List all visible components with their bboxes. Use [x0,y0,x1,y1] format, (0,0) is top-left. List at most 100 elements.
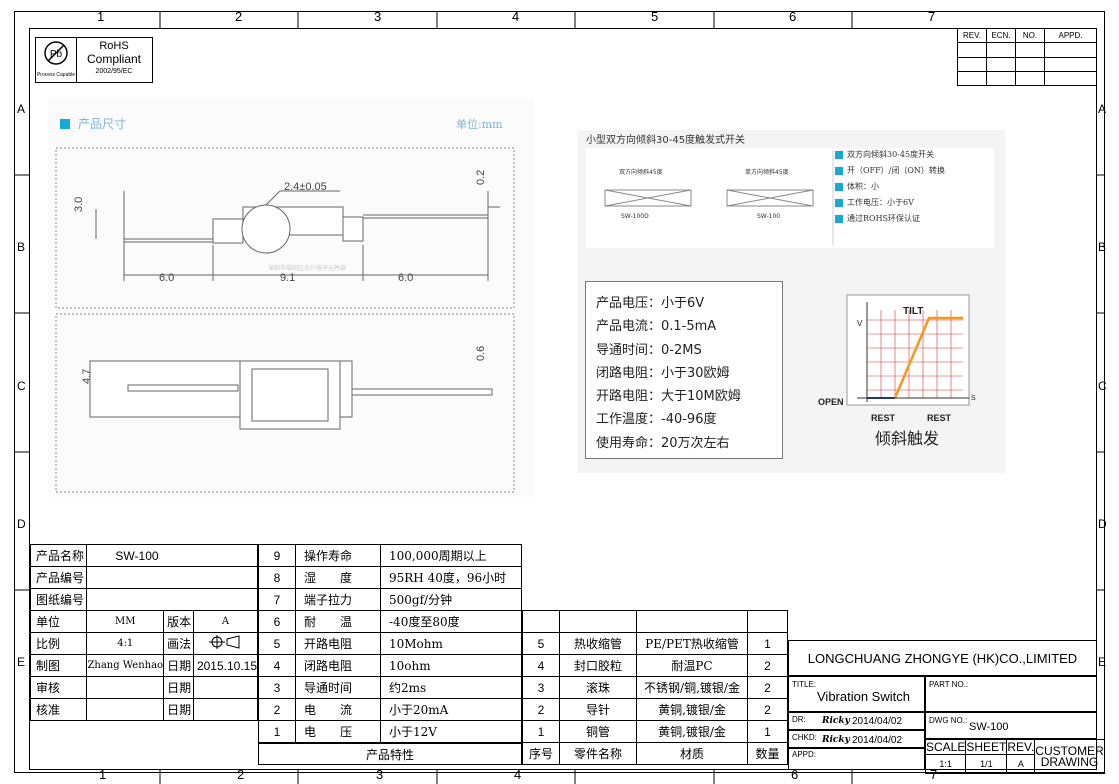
unit-label: 单位:mm [456,117,503,131]
rohs-title: RoHS [99,40,129,52]
bullet-square-icon [835,151,843,159]
sw1-caption: 双方向倾斜45度 [619,168,663,176]
revision-table: REV. ECN. NO. APPD. [957,27,1097,87]
dr-cell: DR: Ricky 2014/04/02 [788,712,925,730]
product-no-label: 产品编号 [29,566,88,589]
property-name: 湿 度 [295,566,381,589]
dr-date: 2014/04/02 [852,716,903,727]
part-material: 不锈钢/铜,镀银/金 [636,676,748,699]
no-header: NO. [1015,27,1045,44]
unit-value: MM [86,610,165,633]
parts-footer-qty: 数量 [747,742,788,765]
feature-list: 双方向倾斜30-45度开关 开（OFF）/闭（ON）转换 体积：小 工作电压：小… [835,147,995,244]
part-row: 3 滚珠 不锈钢/铜,镀银/金 2 [522,676,788,699]
property-row: 8湿 度 95RH 40度，96小时 [258,566,522,589]
dim-body-len: 9.1 [280,272,295,284]
property-value: 10ohm [380,654,522,677]
rohs-badge: Pb Process Capable RoHS Compliant 2002/9… [35,37,153,83]
dim-pin-top: 0.2 [475,170,487,185]
sheet-header: SHEET [965,739,1008,755]
part-row: 4 封口胶粒 耐温PC 2 [522,654,788,677]
property-name: 闭路电阻 [295,654,381,677]
product-name-value: SW-100 [86,544,258,567]
chkd-signature: Ricky [822,735,850,745]
property-name: 端子拉力 [295,588,381,611]
dr-signature: Ricky [822,716,850,726]
feature-item: 双方向倾斜30-45度开关 [835,147,995,163]
property-no: 2 [258,698,296,721]
electrical-spec-box: 产品电压：小于6V 产品电流：0.1-5mA 导通时间：0-2MS 闭路电阻：小… [585,281,783,459]
parts-footer-material: 材质 [636,742,748,765]
spec-temperature: 工作温度：-40-96度 [596,412,717,428]
feature-item: 工作电压：小于6V [835,195,995,211]
property-name: 电 压 [295,720,381,743]
property-name: 电 流 [295,698,381,721]
graph-v-label: V [857,319,863,328]
product-name-label: 产品名称 [29,544,88,567]
property-value: 小于20mA [380,698,522,721]
made-date: 2015.10.15 [192,654,259,677]
scale-header: SCALE [924,739,967,755]
property-no: 1 [258,720,296,743]
bullet-square-icon [835,215,843,223]
property-value: 100,000周期以上 [380,544,522,567]
part-no: 4 [522,654,560,677]
part-row: 2 导针 黄铜,镀银/金 2 [522,698,788,721]
property-row: 4 闭路电阻 10ohm [258,654,522,677]
dimension-drawing: 产品尺寸 单位:mm 2.4±0.05 3.0 0.2 6.0 9.1 6.0 [48,99,534,497]
property-no: 9 [258,544,296,567]
part-name: 热收缩管 [559,632,637,655]
property-value: 约2ms [380,676,522,699]
dim-height-bottom: 4.7 [81,369,93,384]
property-value: 95RH 40度，96小时 [380,566,522,589]
title-label: TITLE: [792,680,817,689]
pb-symbol: Pb [50,49,63,60]
dimension-drawing-svg: 产品尺寸 单位:mm 2.4±0.05 3.0 0.2 6.0 9.1 6.0 [55,117,515,493]
info-table: 产品名称 SW-100 产品编号 图纸编号 单位 MM 版本 A 比例 4:1 … [29,544,259,721]
graph-s-label: S [971,395,976,402]
dim-right-len: 6.0 [398,272,413,284]
pb-free-logo: Pb Process Capable [36,38,77,82]
parts-table: 5 热收缩管 PE/PET热收缩管 1 4 封口胶粒 耐温PC 2 3 滚珠 不锈钢/铜,镀银/金 2… [522,610,788,765]
chkd-date: 2014/04/02 [852,735,903,746]
sheet-value: 1/1 [965,754,1008,774]
part-no-label: PART NO.: [929,680,969,689]
made-date-label: 日期 [163,654,194,677]
property-no: 4 [258,654,296,677]
property-row: 2电 流小于20mA [258,698,522,721]
property-no: 3 [258,676,296,699]
part-qty: 2 [747,698,788,721]
process-capable-text: Process Capable [36,72,76,78]
title-cell: TITLE: Vibration Switch [788,676,925,712]
customer-drawing: CUSTOMER DRAWING [1034,739,1105,774]
projection-symbol-icon [192,632,259,655]
property-value: -40度至80度 [380,610,522,633]
approve-date-label: 日期 [163,698,194,721]
property-value: 小于12V [380,720,522,743]
part-qty: 2 [747,676,788,699]
rev-header: REV. [957,27,987,44]
dim-pin-bottom: 0.6 [475,346,487,361]
graph-tilt-label: TILT [903,306,923,317]
graph-rest-left: REST [871,413,896,423]
spec-lifetime: 使用寿命：20万次左右 [596,435,730,451]
watermark: 深圳市福田区东兴电子元件部 [268,264,346,272]
bullet-square-icon [835,167,843,175]
feature-item: 通过ROHS环保认证 [835,211,995,227]
company-block: LONGCHUANG ZHONGYE (HK)CO.,LIMITED [788,640,1097,676]
part-no: 3 [522,676,560,699]
appd-label: APPD: [792,750,817,759]
chkd-label: CHKD: [792,733,817,742]
property-row: 9 操作寿命 100,000周期以上 [258,544,522,567]
graph-rest-right: REST [927,413,952,423]
sw2-model: SW-100 [757,213,780,220]
feature-item: 开（OFF）/闭（ON）转换 [835,163,995,179]
property-row: 3 导通时间 约2ms [258,676,522,699]
part-no-cell: PART NO.: [925,676,1097,712]
rev-block-header: REV. [1006,739,1036,755]
sw1-model: SW-100D [621,213,649,220]
review-label: 审核 [29,676,88,699]
photo-title: 小型双方向倾斜30-45度触发式开关 [586,133,745,146]
bullet-square-icon [835,199,843,207]
part-row: 5 热收缩管 PE/PET热收缩管 1 [522,632,788,655]
